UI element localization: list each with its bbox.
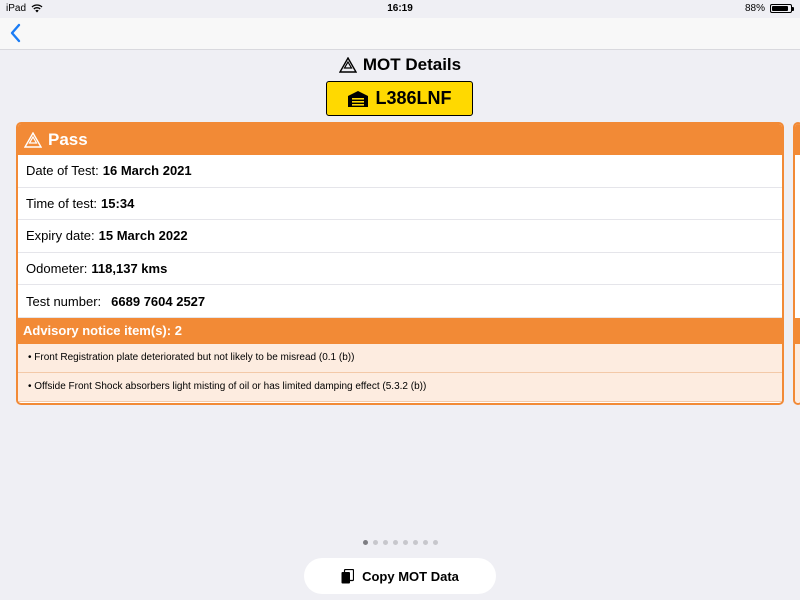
page-dot[interactable]	[412, 540, 418, 545]
battery-fill	[772, 6, 788, 11]
detail-label: Odometer:	[26, 261, 88, 277]
detail-row-date: Date of Test: 16 March 2021	[18, 155, 782, 188]
registration-plate: L386LNF	[326, 81, 473, 116]
detail-row-test-number: Test number: 6689 7604 2527	[18, 285, 782, 318]
chevron-left-icon	[10, 23, 21, 43]
advisory-header: Advisory notice item(s): 2	[18, 317, 782, 344]
detail-value: 15:34	[101, 195, 135, 211]
page-dot[interactable]	[432, 540, 438, 545]
copy-mot-data-button[interactable]: Copy MOT Data	[304, 558, 496, 594]
next-card-peek[interactable]	[793, 122, 800, 405]
page-header: MOT Details	[0, 55, 800, 75]
detail-row-expiry: Expiry date: 15 March 2022	[18, 220, 782, 253]
detail-label: Test number:	[26, 293, 102, 309]
mot-result-card: Pass Date of Test: 16 March 2021 Time of…	[16, 122, 784, 405]
mot-triangle-icon	[338, 57, 357, 73]
detail-label: Time of test:	[26, 195, 98, 211]
detail-row-odometer: Odometer: 118,137 kms	[18, 252, 782, 286]
detail-label: Date of Test:	[26, 163, 99, 179]
page-dot[interactable]	[382, 540, 388, 545]
detail-value: 16 March 2021	[102, 163, 192, 179]
status-bar: iPad 16:19 88%	[0, 0, 800, 18]
page-dot[interactable]	[392, 540, 398, 545]
detail-value: 118,137 kms	[91, 261, 168, 277]
page-dot[interactable]	[422, 540, 428, 545]
back-button[interactable]	[8, 22, 28, 46]
status-time: 16:19	[387, 3, 413, 14]
copy-button-label: Copy MOT Data	[362, 568, 459, 584]
advisory-item: • Front Registration plate deteriorated …	[18, 343, 782, 373]
copy-icon	[341, 568, 355, 583]
result-status: Pass	[48, 129, 88, 149]
page-dot[interactable]	[372, 540, 378, 545]
detail-row-time: Time of test: 15:34	[18, 187, 782, 221]
mot-triangle-icon	[24, 131, 42, 148]
battery-icon	[770, 4, 794, 13]
page-dot[interactable]	[362, 540, 368, 545]
garage-icon	[348, 90, 369, 107]
page-title: MOT Details	[362, 55, 462, 74]
page-indicator[interactable]	[0, 540, 800, 545]
navigation-bar	[0, 18, 800, 50]
battery-percent: 88%	[744, 3, 765, 14]
page-dot[interactable]	[402, 540, 408, 545]
detail-value: 6689 7604 2527	[111, 293, 206, 309]
detail-label: Expiry date:	[26, 228, 95, 244]
registration-number: L386LNF	[375, 88, 452, 108]
advisory-item: • Offside Front Shock absorbers light mi…	[18, 372, 782, 402]
card-header: Pass	[18, 124, 782, 155]
detail-value: 15 March 2022	[98, 228, 188, 244]
